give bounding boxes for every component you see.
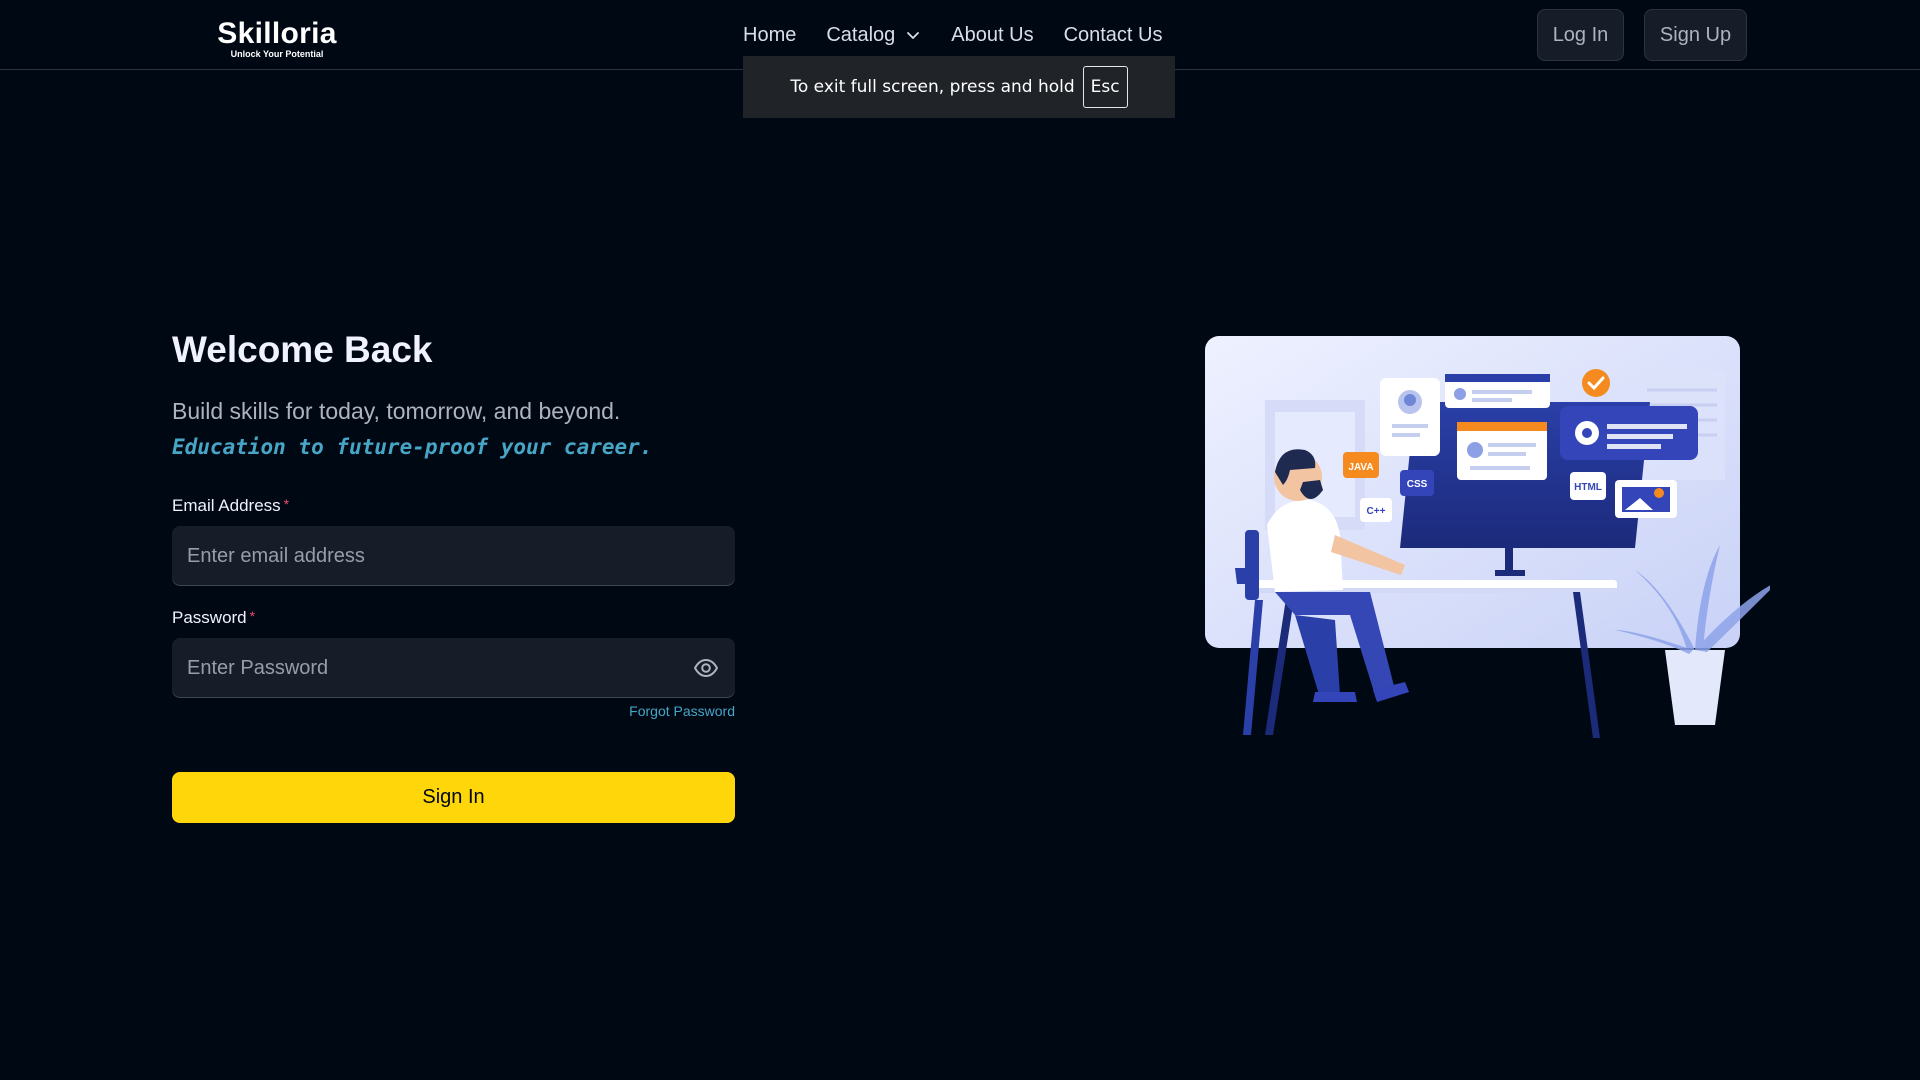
nav-links: Home Catalog About Us Contact Us	[743, 22, 1163, 48]
eye-icon[interactable]	[692, 654, 720, 682]
esc-key-hint: Esc	[1082, 66, 1128, 108]
subtitle-text: Build skills for today, tomorrow, and be…	[172, 398, 621, 424]
chevron-down-icon	[907, 32, 920, 39]
logo-title: Skilloria	[217, 17, 337, 50]
css-tag: CSS	[1407, 479, 1428, 490]
developer-illustration: JAVA CSS C++ HTML	[1205, 336, 1770, 738]
logo[interactable]: Skilloria Unlock Your Potential	[209, 18, 345, 62]
email-field-wrapper	[172, 526, 735, 586]
subtitle-accent: Education to future-proof your career.	[172, 435, 653, 459]
required-mark: *	[283, 496, 290, 512]
java-tag: JAVA	[1348, 462, 1373, 473]
forgot-password-link[interactable]: Forgot Password	[600, 703, 735, 719]
password-field-wrapper	[172, 638, 735, 698]
cpp-tag: C++	[1367, 506, 1386, 517]
logo-tagline: Unlock Your Potential	[230, 49, 324, 59]
nav-link-contact[interactable]: Contact Us	[1064, 24, 1163, 47]
login-button[interactable]: Log In	[1537, 9, 1624, 61]
html-tag: HTML	[1574, 482, 1602, 493]
nav-link-home[interactable]: Home	[743, 24, 796, 47]
page-subtitle: Build skills for today, tomorrow, and be…	[172, 394, 732, 465]
email-label-text: Email Address	[172, 496, 281, 515]
fullscreen-toast-message: To exit full screen, press and hold	[790, 77, 1075, 97]
password-field[interactable]	[187, 656, 692, 680]
nav-link-catalog-label: Catalog	[826, 23, 896, 46]
password-label: Password *	[172, 608, 255, 628]
email-field[interactable]	[187, 544, 720, 568]
fullscreen-exit-toast: To exit full screen, press and hold Esc	[743, 56, 1175, 118]
required-mark: *	[249, 608, 256, 624]
page-title: Welcome Back	[172, 329, 433, 370]
email-label: Email Address *	[172, 496, 289, 516]
nav-link-catalog[interactable]: Catalog	[826, 24, 921, 47]
signup-button[interactable]: Sign Up	[1644, 9, 1747, 61]
sign-in-button[interactable]: Sign In	[172, 772, 735, 823]
nav-link-about[interactable]: About Us	[951, 24, 1033, 47]
password-label-text: Password	[172, 608, 247, 627]
